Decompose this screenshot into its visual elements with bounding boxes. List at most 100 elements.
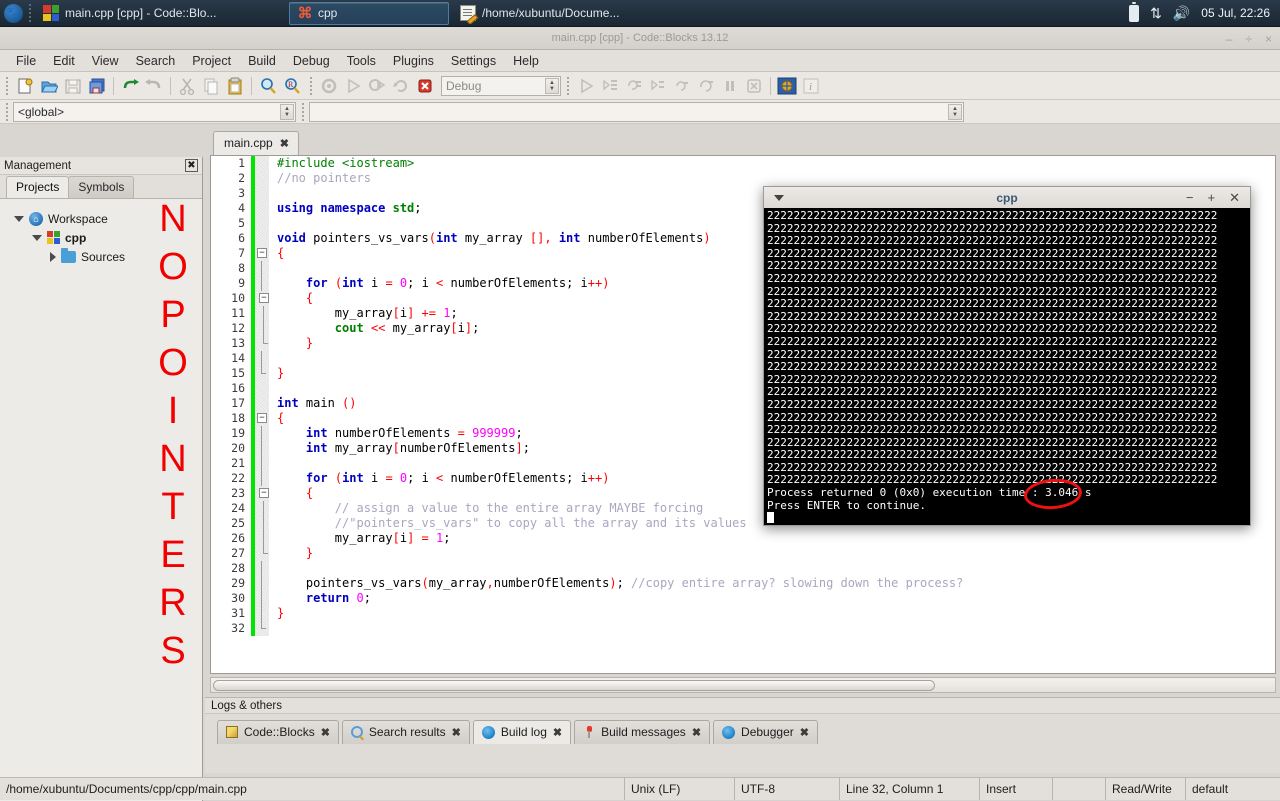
menu-edit[interactable]: Edit <box>45 52 83 70</box>
abort-button[interactable] <box>413 74 437 98</box>
fold-margin[interactable] <box>255 336 269 351</box>
toolbar-handle[interactable] <box>3 76 10 96</box>
code-line[interactable]: 30 return 0; <box>211 591 1275 606</box>
fold-margin[interactable] <box>255 591 269 606</box>
fold-margin[interactable]: − <box>255 246 269 261</box>
fold-collapse-icon[interactable]: − <box>259 293 269 303</box>
volume-icon[interactable]: 🔊 <box>1173 6 1190 20</box>
function-combo-spinner[interactable]: ▲ ▼ <box>948 103 962 120</box>
editor-horizontal-scrollbar[interactable] <box>210 677 1276 693</box>
log-tab-build-log[interactable]: Build log ✖ <box>472 720 572 744</box>
minimize-icon[interactable]: – <box>1226 32 1233 46</box>
taskbar-item-codeblocks[interactable]: main.cpp [cpp] - Code::Blo... <box>34 2 287 25</box>
fold-margin[interactable] <box>255 471 269 486</box>
close-icon[interactable]: ✖ <box>280 137 289 150</box>
close-icon[interactable]: ✖ <box>692 726 701 739</box>
close-icon[interactable]: ✖ <box>321 726 330 739</box>
menu-build[interactable]: Build <box>240 52 284 70</box>
build-target-combo[interactable]: Debug ▲ ▼ <box>441 75 561 96</box>
code-line[interactable]: 31} <box>211 606 1275 621</box>
debug-break-button[interactable] <box>718 74 742 98</box>
paste-button[interactable] <box>223 74 247 98</box>
debug-stop-button[interactable] <box>742 74 766 98</box>
fold-margin[interactable] <box>255 216 269 231</box>
fold-margin[interactable] <box>255 351 269 366</box>
fold-margin[interactable] <box>255 441 269 456</box>
new-file-button[interactable] <box>13 74 37 98</box>
fold-margin[interactable] <box>255 576 269 591</box>
save-button[interactable] <box>61 74 85 98</box>
chevron-down-icon[interactable] <box>14 215 24 222</box>
terminal-output[interactable]: 2222222222222222222222222222222222222222… <box>763 208 1251 526</box>
fold-margin[interactable] <box>255 621 269 636</box>
menu-settings[interactable]: Settings <box>443 52 504 70</box>
scrollbar-thumb[interactable] <box>213 680 935 691</box>
taskbar-item-terminal[interactable]: ⌘ cpp <box>289 1 449 25</box>
clock[interactable]: 05 Jul, 22:26 <box>1201 6 1270 20</box>
menu-tools[interactable]: Tools <box>339 52 384 70</box>
fold-margin[interactable] <box>255 276 269 291</box>
fold-margin[interactable] <box>255 381 269 396</box>
chevron-down-icon[interactable] <box>32 234 42 241</box>
debug-run-to-cursor-button[interactable] <box>598 74 622 98</box>
close-icon[interactable]: ✖ <box>800 726 809 739</box>
code-line[interactable]: 29 pointers_vs_vars(my_array,numberOfEle… <box>211 576 1275 591</box>
maximize-icon[interactable]: ÷ <box>1245 32 1252 46</box>
search-icon[interactable] <box>256 74 280 98</box>
menu-plugins[interactable]: Plugins <box>385 52 442 70</box>
terminal-titlebar[interactable]: cpp − + ✕ <box>763 186 1251 208</box>
log-tab-codeblocks[interactable]: Code::Blocks ✖ <box>217 720 339 744</box>
fold-margin[interactable] <box>255 606 269 621</box>
maximize-icon[interactable]: + <box>1208 190 1216 205</box>
fold-margin[interactable] <box>255 366 269 381</box>
fold-margin[interactable]: − <box>255 486 269 501</box>
fold-margin[interactable] <box>255 561 269 576</box>
menu-search[interactable]: Search <box>128 52 184 70</box>
fold-margin[interactable] <box>255 321 269 336</box>
fold-margin[interactable] <box>255 426 269 441</box>
fold-margin[interactable] <box>255 306 269 321</box>
applications-menu-button[interactable]: 🐾 <box>0 0 26 26</box>
fold-margin[interactable] <box>255 516 269 531</box>
code-line[interactable]: 1 #include <iostream> <box>211 156 1275 171</box>
debug-continue-button[interactable] <box>574 74 598 98</box>
menu-project[interactable]: Project <box>184 52 239 70</box>
code-line[interactable]: 32 <box>211 621 1275 636</box>
tab-symbols[interactable]: Symbols <box>68 176 135 198</box>
open-file-button[interactable] <box>37 74 61 98</box>
debug-next-line-button[interactable] <box>622 74 646 98</box>
battery-icon[interactable] <box>1129 1 1140 22</box>
fold-margin[interactable] <box>255 201 269 216</box>
close-icon[interactable]: × <box>1265 32 1272 46</box>
fold-margin[interactable] <box>255 171 269 186</box>
log-tab-build-messages[interactable]: Build messages ✖ <box>574 720 711 744</box>
fold-margin[interactable] <box>255 546 269 561</box>
toolbar-handle[interactable] <box>299 102 306 122</box>
fold-margin[interactable] <box>255 231 269 246</box>
fold-margin[interactable]: − <box>255 291 269 306</box>
code-line[interactable]: 26 my_array[i] = 1; <box>211 531 1275 546</box>
log-tab-debugger[interactable]: Debugger ✖ <box>713 720 818 744</box>
code-line[interactable]: 28 <box>211 561 1275 576</box>
panel-handle[interactable] <box>26 4 34 22</box>
fold-margin[interactable] <box>255 156 269 171</box>
network-updown-icon[interactable]: ⇅ <box>1150 6 1162 20</box>
scope-combo[interactable]: <global> ▲ ▼ <box>13 101 296 122</box>
menu-debug[interactable]: Debug <box>285 52 338 70</box>
various-info-button[interactable]: i <box>799 74 823 98</box>
debug-step-over-button[interactable] <box>694 74 718 98</box>
fold-margin[interactable] <box>255 456 269 471</box>
chevron-right-icon[interactable] <box>50 251 56 262</box>
build-target-spinner[interactable]: ▲ ▼ <box>545 77 559 94</box>
fold-margin[interactable] <box>255 501 269 516</box>
code-line[interactable]: 2 //no pointers <box>211 171 1275 186</box>
toolbar-handle[interactable] <box>564 76 571 96</box>
close-icon[interactable]: ✖ <box>452 726 461 739</box>
replace-icon[interactable]: R <box>280 74 304 98</box>
menu-file[interactable]: File <box>8 52 44 70</box>
fold-margin[interactable]: − <box>255 411 269 426</box>
editor-tab-main-cpp[interactable]: main.cpp ✖ <box>213 131 299 155</box>
fold-collapse-icon[interactable]: − <box>257 413 267 423</box>
fold-margin[interactable] <box>255 186 269 201</box>
taskbar-item-filemanager[interactable]: /home/xubuntu/Docume... <box>451 2 641 25</box>
